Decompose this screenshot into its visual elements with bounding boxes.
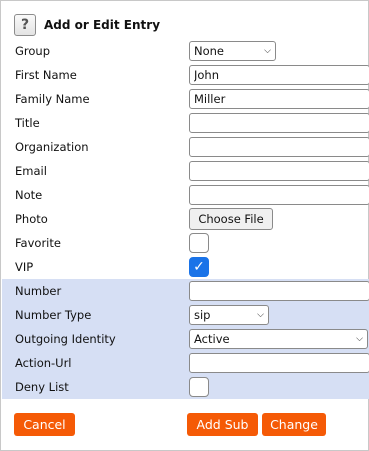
change-button[interactable]: Change bbox=[262, 413, 326, 436]
dialog-title: Add or Edit Entry bbox=[44, 18, 161, 32]
deny-list-row: Deny List bbox=[2, 375, 369, 399]
organization-input[interactable] bbox=[189, 137, 369, 157]
first-name-row: First Name bbox=[2, 63, 369, 87]
dialog: ? Add or Edit Entry Group None ⌵ First N… bbox=[0, 0, 369, 451]
note-input[interactable] bbox=[189, 185, 369, 205]
vip-label: VIP bbox=[15, 260, 34, 274]
add-sub-button[interactable]: Add Sub bbox=[187, 413, 258, 436]
chevron-down-icon: ⌵ bbox=[257, 310, 264, 320]
number-type-label: Number Type bbox=[15, 308, 92, 322]
favorite-label: Favorite bbox=[15, 236, 61, 250]
email-input[interactable] bbox=[189, 161, 369, 181]
title-input[interactable] bbox=[189, 113, 369, 133]
checkmark-icon: ✓ bbox=[193, 259, 205, 275]
email-row: Email bbox=[2, 159, 369, 183]
organization-label: Organization bbox=[15, 140, 89, 154]
title-label: Title bbox=[15, 116, 40, 130]
group-label: Group bbox=[15, 44, 51, 58]
outgoing-identity-select[interactable]: Active ⌵ bbox=[189, 329, 368, 349]
first-name-label: First Name bbox=[15, 68, 77, 82]
action-url-input[interactable] bbox=[189, 353, 369, 373]
family-name-input[interactable] bbox=[189, 89, 369, 109]
note-row: Note bbox=[2, 183, 369, 207]
group-select-value: None bbox=[194, 44, 225, 58]
vip-checkbox[interactable]: ✓ bbox=[189, 257, 209, 277]
chevron-down-icon: ⌵ bbox=[356, 334, 363, 344]
number-type-select[interactable]: sip ⌵ bbox=[189, 305, 269, 325]
note-label: Note bbox=[15, 188, 43, 202]
outgoing-identity-select-value: Active bbox=[194, 332, 230, 346]
outgoing-identity-label: Outgoing Identity bbox=[15, 332, 116, 346]
email-label: Email bbox=[15, 164, 47, 178]
help-icon[interactable]: ? bbox=[14, 14, 36, 36]
group-row: Group None ⌵ bbox=[2, 39, 369, 63]
action-url-label: Action-Url bbox=[15, 356, 72, 370]
choose-file-button[interactable]: Choose File bbox=[189, 208, 273, 230]
favorite-checkbox[interactable] bbox=[189, 233, 209, 253]
outgoing-identity-row: Outgoing Identity Active ⌵ bbox=[2, 327, 369, 351]
photo-label: Photo bbox=[15, 212, 48, 226]
deny-list-checkbox[interactable] bbox=[189, 377, 209, 397]
photo-row: Photo Choose File bbox=[2, 207, 369, 231]
number-type-select-value: sip bbox=[194, 308, 211, 322]
deny-list-label: Deny List bbox=[15, 380, 69, 394]
favorite-row: Favorite bbox=[2, 231, 369, 255]
action-url-row: Action-Url bbox=[2, 351, 369, 375]
title-row: Title bbox=[2, 111, 369, 135]
number-input[interactable] bbox=[189, 281, 369, 301]
dialog-header: ? Add or Edit Entry bbox=[14, 14, 160, 36]
family-name-label: Family Name bbox=[15, 92, 90, 106]
cancel-button[interactable]: Cancel bbox=[14, 413, 75, 436]
chevron-down-icon: ⌵ bbox=[264, 46, 271, 56]
group-select[interactable]: None ⌵ bbox=[189, 41, 276, 61]
number-row: Number bbox=[2, 279, 369, 303]
vip-row: VIP ✓ bbox=[2, 255, 369, 279]
family-name-row: Family Name bbox=[2, 87, 369, 111]
first-name-input[interactable] bbox=[189, 65, 369, 85]
number-label: Number bbox=[15, 284, 62, 298]
number-type-row: Number Type sip ⌵ bbox=[2, 303, 369, 327]
organization-row: Organization bbox=[2, 135, 369, 159]
